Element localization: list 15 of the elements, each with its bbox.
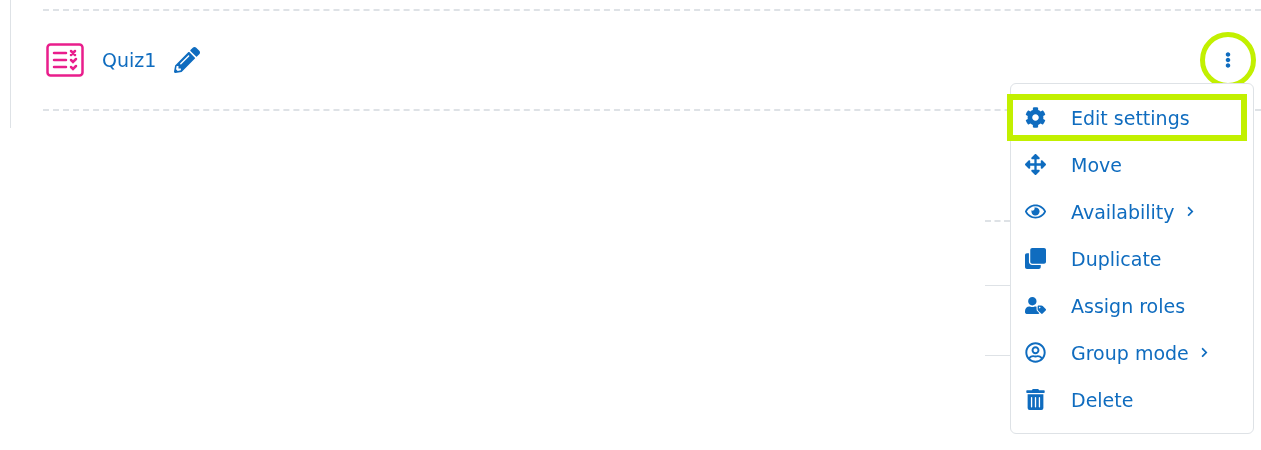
- menu-item[interactable]: Assign roles: [1011, 282, 1253, 329]
- user-tag-icon: [1024, 295, 1046, 316]
- menu-item[interactable]: Move: [1011, 141, 1253, 188]
- menu-item[interactable]: Duplicate: [1011, 235, 1253, 282]
- activity-link[interactable]: Quiz1: [102, 49, 157, 71]
- menu-item[interactable]: Delete: [1011, 376, 1253, 423]
- menu-item[interactable]: Group mode: [1011, 329, 1253, 376]
- copy-icon: [1024, 248, 1046, 269]
- menu-item[interactable]: Availability: [1011, 188, 1253, 235]
- gear-icon: [1024, 107, 1046, 128]
- quiz-icon: [46, 43, 84, 77]
- move-arrows-icon: [1024, 154, 1046, 175]
- pencil-icon[interactable]: [174, 47, 201, 73]
- trash-icon: [1024, 389, 1046, 410]
- menu-item[interactable]: Edit settings: [1007, 94, 1247, 141]
